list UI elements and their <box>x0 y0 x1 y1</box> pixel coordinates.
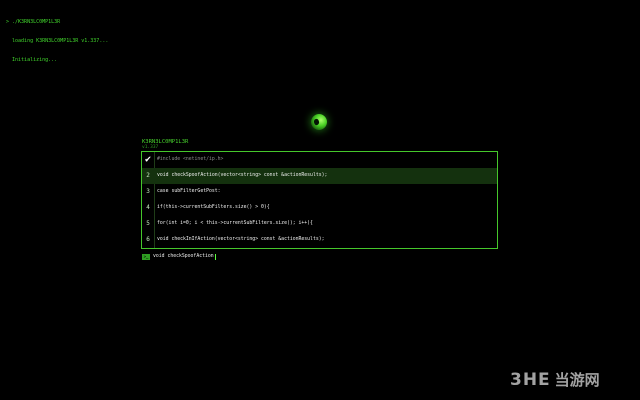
terminal-line: > ./K3RN3LC0MP1L3R <box>6 18 61 25</box>
code-text: case subFilterGetPost: <box>157 189 221 194</box>
line-number: 6 <box>146 236 150 243</box>
command-prompt[interactable]: >_ void checkSpoofAction <box>142 253 216 261</box>
terminal-line: Initializing... <box>6 57 58 64</box>
code-line-3[interactable]: 3 case subFilterGetPost: <box>142 184 497 200</box>
line-number: 3 <box>146 188 150 195</box>
line-number: 4 <box>146 204 150 211</box>
watermark-text: 当游网 <box>554 371 600 389</box>
checkmark-icon: ✔ <box>144 154 152 165</box>
line-number: 2 <box>146 172 150 179</box>
code-text: void checkInIfAction(vector<string> cons… <box>157 237 325 242</box>
green-orb-icon[interactable] <box>311 114 327 130</box>
code-line-6[interactable]: 6 void checkInIfAction(vector<string> co… <box>142 232 497 248</box>
code-line-5[interactable]: 5 for(int i=0; i < this->currentSubFilte… <box>142 216 497 232</box>
terminal-prompt-icon: >_ <box>142 254 150 260</box>
code-text: for(int i=0; i < this->currentSubFilters… <box>157 221 313 226</box>
code-line-1[interactable]: ✔ #include <netinet/ip.h> <box>142 152 497 168</box>
code-text: void checkSpoofAction(vector<string> con… <box>157 173 328 178</box>
terminal-output: > ./K3RN3LC0MP1L3R loading K3RN3LC0MP1L3… <box>6 6 108 70</box>
watermark-logo: 3HE <box>510 369 551 390</box>
line-number: 5 <box>146 220 150 227</box>
terminal-line: loading K3RN3LC0MP1L3R v1.337... <box>6 38 109 45</box>
code-line-4[interactable]: 4 if(this->currentSubFilters.size() > 0)… <box>142 200 497 216</box>
code-editor[interactable]: ✔ #include <netinet/ip.h> 2 void checkSp… <box>141 151 498 249</box>
code-text: if(this->currentSubFilters.size() > 0){ <box>157 205 270 210</box>
command-input[interactable]: void checkSpoofAction <box>153 254 216 260</box>
code-line-2[interactable]: 2 void checkSpoofAction(vector<string> c… <box>142 168 497 184</box>
app-version: v1.337 <box>142 145 159 150</box>
watermark: 3HE 当游网 <box>510 369 600 390</box>
code-text: #include <netinet/ip.h> <box>157 157 224 162</box>
orb-cutout <box>313 118 320 126</box>
